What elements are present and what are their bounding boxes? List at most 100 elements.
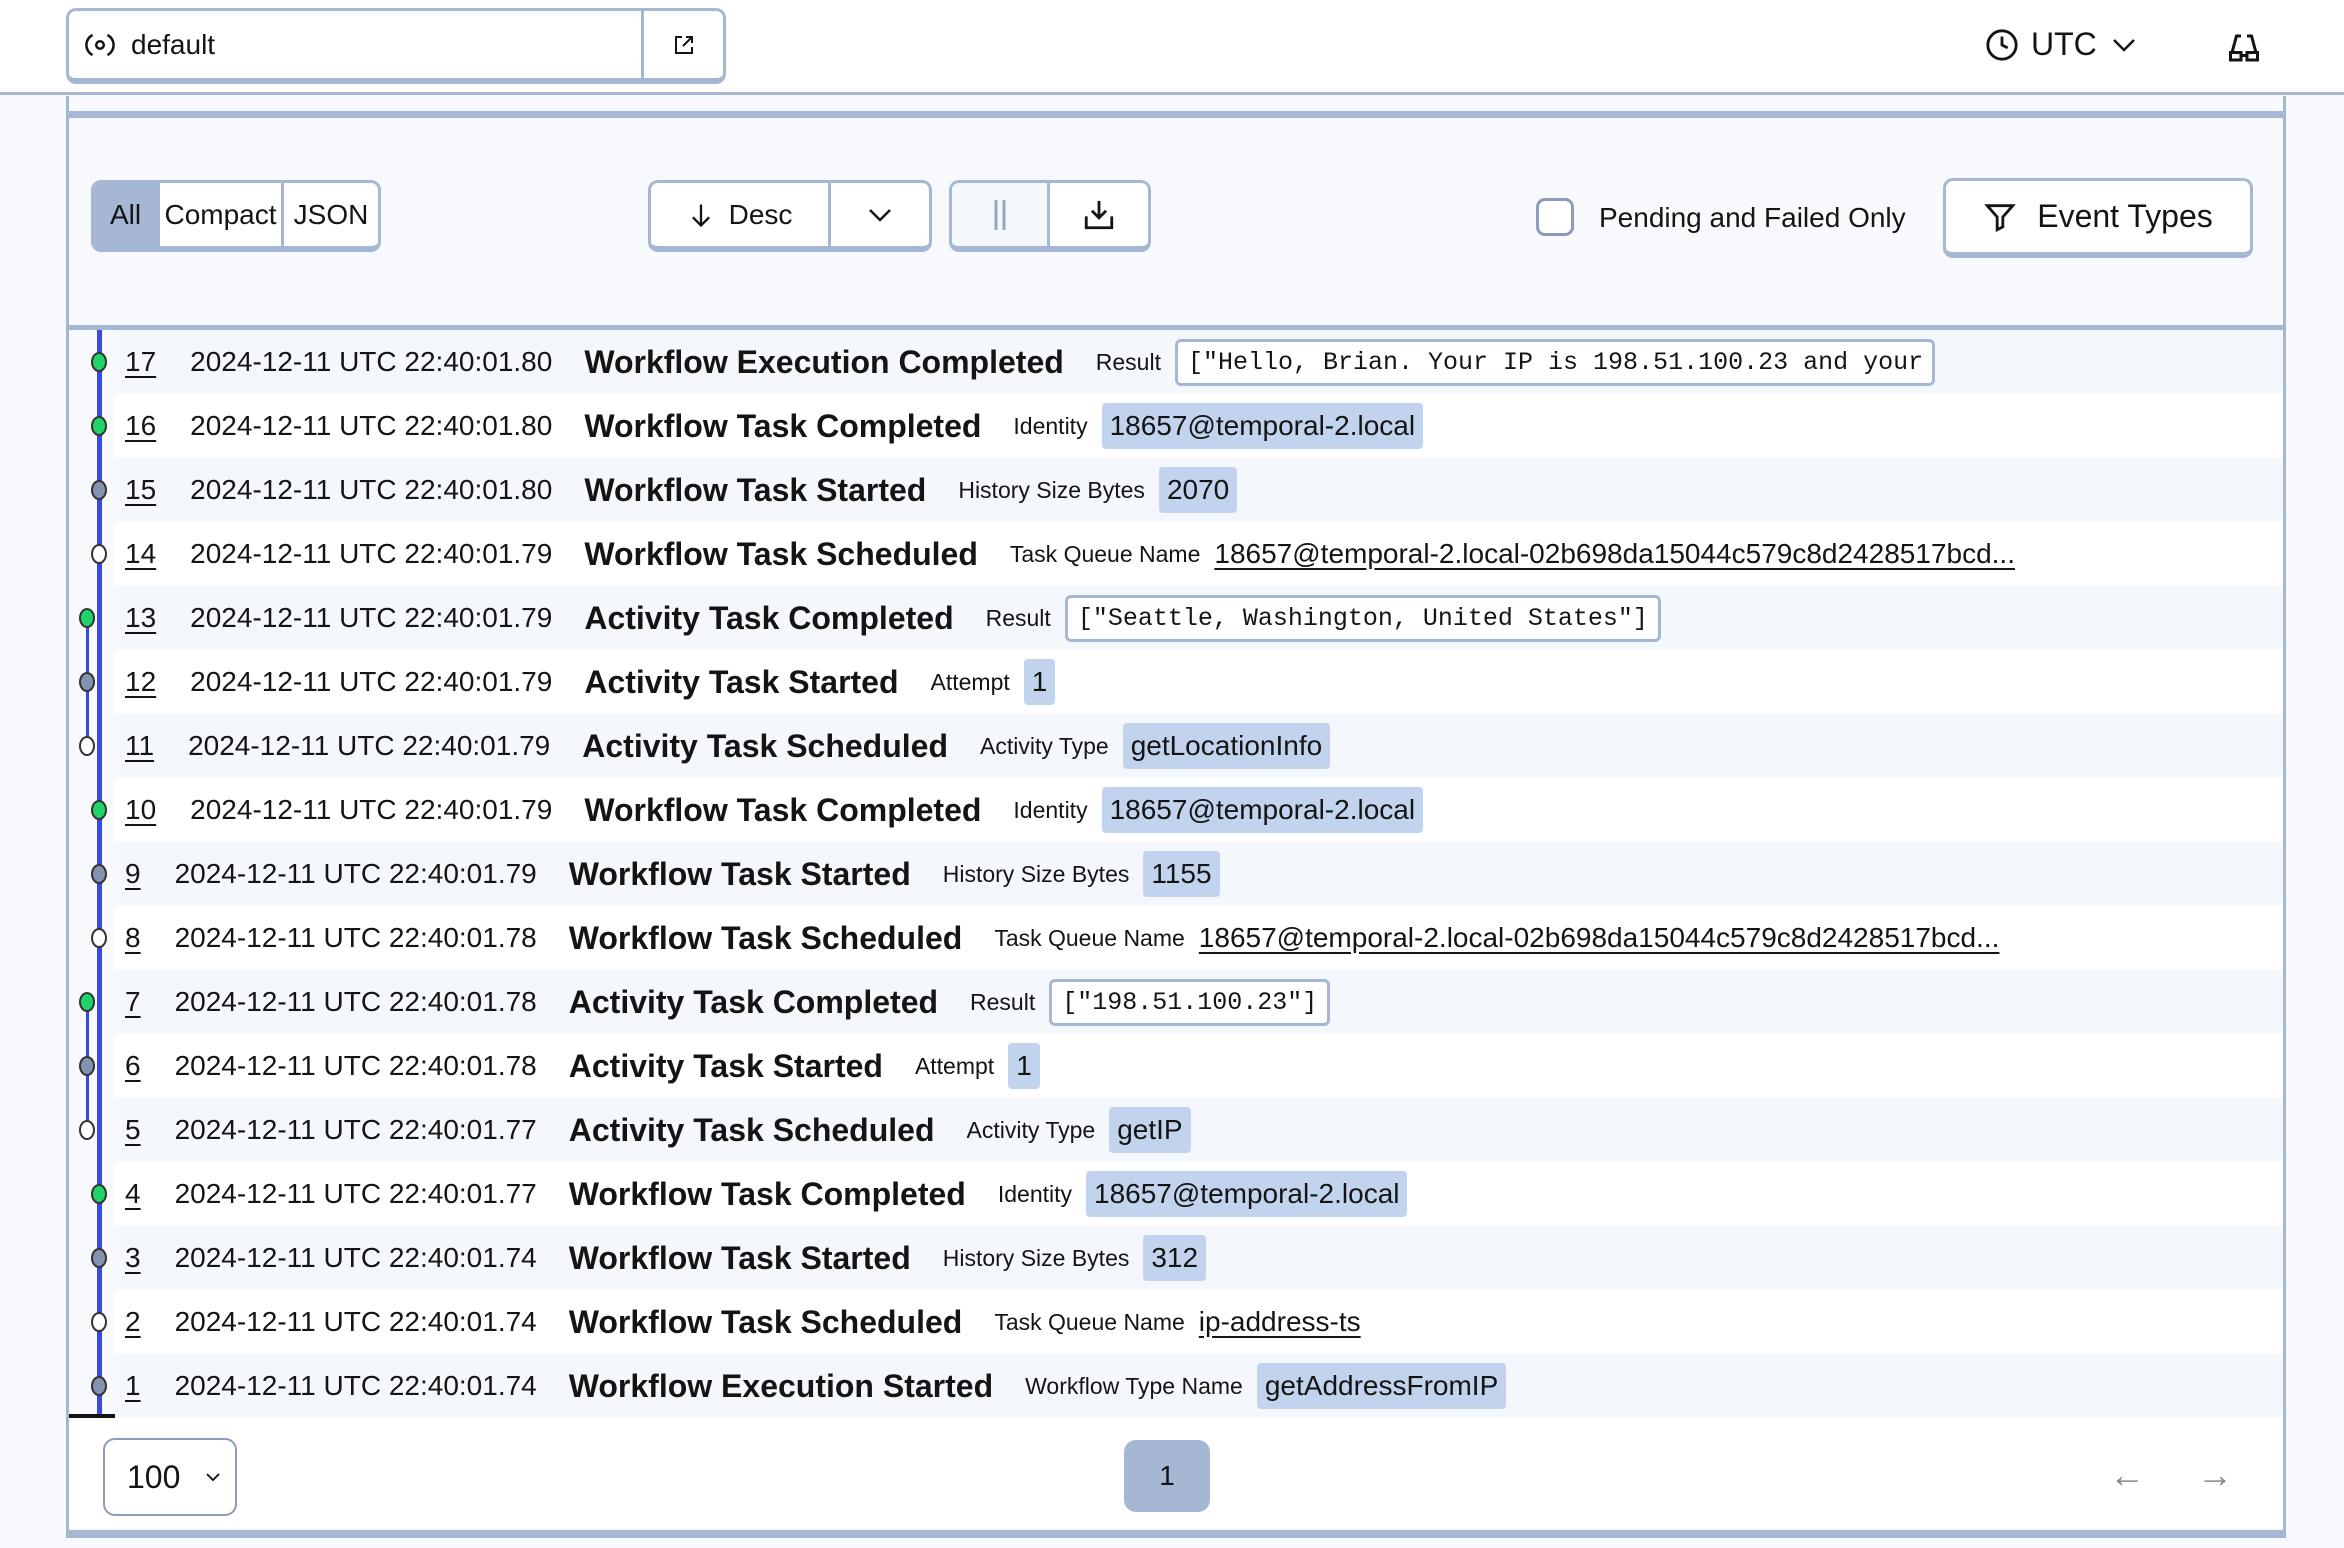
page-size-select[interactable]: 100 (103, 1438, 237, 1516)
event-history-panel: All Compact JSON Desc Pending and Failed… (66, 96, 2286, 1538)
event-id-link[interactable]: 2 (125, 1306, 141, 1338)
event-row[interactable]: 11 2024-12-11 UTC 22:40:01.79 Activity Tas… (115, 714, 2283, 778)
event-field-value[interactable]: ip-address-ts (1199, 1306, 1361, 1338)
event-row[interactable]: 8 2024-12-11 UTC 22:40:01.78 Workflow Task… (115, 906, 2283, 970)
event-row[interactable]: 13 2024-12-11 UTC 22:40:01.79 Activity Tas… (115, 586, 2283, 650)
event-name: Workflow Task Started (584, 471, 927, 508)
event-field-value: 1 (1023, 659, 1056, 705)
event-row[interactable]: 7 2024-12-11 UTC 22:40:01.78 Activity Task… (115, 970, 2283, 1034)
event-field-label: Task Queue Name (994, 1308, 1185, 1335)
sort-control: Desc (648, 180, 932, 252)
event-field-value: 1 (1008, 1043, 1040, 1089)
download-icon (1084, 200, 1114, 229)
event-id-link[interactable]: 6 (125, 1050, 141, 1082)
filter-icon (1984, 203, 2017, 232)
namespace-button[interactable]: default (69, 29, 641, 61)
event-row[interactable]: 9 2024-12-11 UTC 22:40:01.79 Workflow Task… (115, 842, 2283, 906)
event-id-link[interactable]: 10 (125, 794, 156, 826)
status-started-icon (91, 864, 107, 884)
event-field-label: Result (1095, 348, 1161, 375)
external-link-button[interactable] (641, 11, 723, 78)
event-name: Activity Task Scheduled (582, 727, 948, 764)
arrow-left-icon[interactable]: ← (2109, 1454, 2145, 1496)
view-json-button[interactable]: JSON (284, 183, 378, 246)
event-id-link[interactable]: 16 (125, 410, 156, 442)
sort-desc-button[interactable]: Desc (651, 183, 831, 246)
event-field-label: Identity (1013, 796, 1088, 823)
event-row[interactable]: 1 2024-12-11 UTC 22:40:01.74 Workflow Exec… (115, 1354, 2283, 1418)
event-field-label: History Size Bytes (958, 476, 1145, 503)
timezone-selector[interactable]: UTC (1985, 26, 2139, 63)
event-field-value: 1155 (1143, 851, 1220, 897)
event-field-value: 312 (1143, 1235, 1207, 1281)
event-id-link[interactable]: 15 (125, 474, 156, 506)
event-timestamp: 2024-12-11 UTC 22:40:01.79 (190, 666, 553, 697)
event-row[interactable]: 10 2024-12-11 UTC 22:40:01.79 Workflow Tas… (115, 778, 2283, 842)
history-toolbar: All Compact JSON Desc Pending and Failed… (69, 118, 2283, 330)
event-name: Workflow Task Scheduled (568, 919, 963, 956)
sort-dropdown-button[interactable] (831, 183, 929, 246)
event-row[interactable]: 2 2024-12-11 UTC 22:40:01.74 Workflow Task… (115, 1290, 2283, 1354)
page-button-current[interactable]: 1 (1124, 1440, 1210, 1512)
event-timestamp: 2024-12-11 UTC 22:40:01.79 (190, 794, 553, 825)
download-button[interactable] (1050, 183, 1148, 246)
event-id-link[interactable]: 1 (125, 1370, 141, 1402)
event-timestamp: 2024-12-11 UTC 22:40:01.79 (188, 730, 551, 761)
event-list: 17 2024-12-11 UTC 22:40:01.80 Workflow Exe… (69, 330, 2283, 1418)
event-row[interactable]: 6 2024-12-11 UTC 22:40:01.78 Activity Task… (115, 1034, 2283, 1098)
event-row[interactable]: 3 2024-12-11 UTC 22:40:01.74 Workflow Task… (115, 1226, 2283, 1290)
event-field-label: Result (985, 604, 1051, 631)
event-types-button[interactable]: Event Types (1943, 178, 2253, 258)
event-field-value[interactable]: 18657@temporal-2.local-02b698da15044c579… (1214, 538, 2015, 570)
event-id-link[interactable]: 3 (125, 1242, 141, 1274)
event-id-link[interactable]: 11 (125, 730, 154, 762)
event-id-link[interactable]: 7 (125, 986, 141, 1018)
status-completed-icon (91, 416, 107, 436)
event-row[interactable]: 4 2024-12-11 UTC 22:40:01.77 Workflow Task… (115, 1162, 2283, 1226)
event-name: Activity Task Completed (568, 983, 939, 1020)
event-timestamp: 2024-12-11 UTC 22:40:01.77 (174, 1178, 537, 1209)
pending-failed-checkbox[interactable] (1536, 198, 1574, 236)
event-row[interactable]: 12 2024-12-11 UTC 22:40:01.79 Activity Tas… (115, 650, 2283, 714)
event-field-label: Result (970, 988, 1036, 1015)
status-started-icon (91, 1248, 107, 1268)
event-field-value: ["Seattle, Washington, United States"] (1064, 594, 1661, 642)
status-started-icon (91, 480, 107, 500)
event-row[interactable]: 17 2024-12-11 UTC 22:40:01.80 Workflow Exe… (115, 330, 2283, 394)
event-row[interactable]: 5 2024-12-11 UTC 22:40:01.77 Activity Task… (115, 1098, 2283, 1162)
event-id-link[interactable]: 13 (125, 602, 156, 634)
event-id-link[interactable]: 14 (125, 538, 156, 570)
status-scheduled-icon (91, 928, 107, 948)
event-id-link[interactable]: 8 (125, 922, 141, 954)
event-name: Workflow Task Scheduled (568, 1303, 963, 1340)
event-id-link[interactable]: 12 (125, 666, 156, 698)
event-timestamp: 2024-12-11 UTC 22:40:01.79 (174, 858, 537, 889)
event-name: Workflow Task Scheduled (584, 535, 978, 572)
event-field-value: getIP (1109, 1107, 1191, 1153)
event-field-value[interactable]: 18657@temporal-2.local-02b698da15044c579… (1199, 922, 2000, 954)
event-row[interactable]: 15 2024-12-11 UTC 22:40:01.80 Workflow Tas… (115, 458, 2283, 522)
top-bar: default UTC (0, 0, 2344, 95)
arrow-right-icon[interactable]: → (2197, 1454, 2233, 1496)
event-field-value: 18657@temporal-2.local (1086, 1171, 1408, 1217)
event-id-link[interactable]: 9 (125, 858, 141, 890)
event-timestamp: 2024-12-11 UTC 22:40:01.78 (174, 1050, 537, 1081)
namespace-selector[interactable]: default (66, 8, 726, 84)
view-all-button[interactable]: All (94, 183, 160, 246)
labs-mode-button[interactable] (2226, 30, 2262, 71)
event-name: Workflow Task Completed (584, 791, 982, 828)
event-types-label: Event Types (2037, 198, 2213, 234)
pending-failed-label[interactable]: Pending and Failed Only (1599, 202, 1906, 234)
status-started-icon (79, 1056, 95, 1076)
event-row[interactable]: 16 2024-12-11 UTC 22:40:01.80 Workflow Tas… (115, 394, 2283, 458)
view-compact-button[interactable]: Compact (160, 183, 284, 246)
event-row[interactable]: 14 2024-12-11 UTC 22:40:01.79 Workflow Tas… (115, 522, 2283, 586)
event-field-label: Task Queue Name (1009, 540, 1201, 567)
pause-button[interactable] (952, 183, 1050, 246)
event-id-link[interactable]: 4 (125, 1178, 141, 1210)
event-id-link[interactable]: 17 (125, 346, 156, 378)
event-field-label: Task Queue Name (994, 924, 1185, 951)
status-started-icon (91, 1376, 107, 1396)
event-id-link[interactable]: 5 (125, 1114, 141, 1146)
event-field-label: Identity (997, 1180, 1072, 1207)
